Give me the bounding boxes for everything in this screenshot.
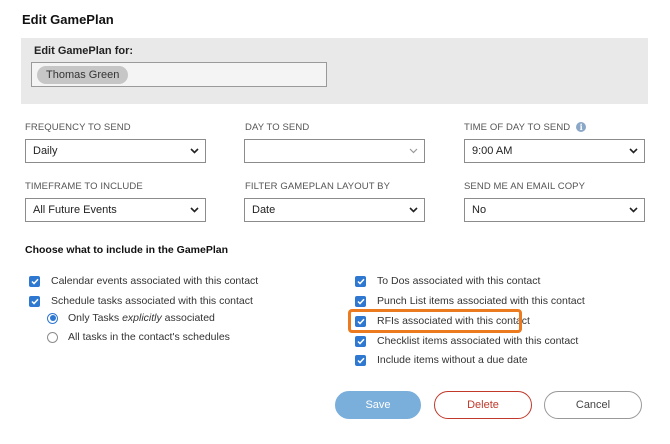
calendar-events-option[interactable]: Calendar events associated with this con…: [29, 274, 258, 288]
email-copy-label: SEND ME AN EMAIL COPY: [464, 181, 586, 192]
layout-select[interactable]: Date: [244, 198, 425, 222]
time-value: 9:00 AM: [472, 145, 513, 157]
checkbox-checked-icon[interactable]: [355, 354, 366, 366]
email-copy-select[interactable]: No: [464, 198, 645, 222]
info-icon[interactable]: i: [576, 122, 587, 133]
time-label-text: TIME OF DAY TO SEND: [464, 122, 571, 133]
contact-picker[interactable]: Thomas Green: [31, 62, 327, 87]
time-label: TIME OF DAY TO SEND i: [464, 122, 587, 133]
schedule-tasks-option[interactable]: Schedule tasks associated with this cont…: [29, 294, 253, 308]
layout-label: FILTER GAMEPLAN LAYOUT BY: [245, 181, 391, 192]
timeframe-select[interactable]: All Future Events: [25, 198, 206, 222]
calendar-events-label: Calendar events associated with this con…: [51, 275, 259, 287]
all-tasks-label: All tasks in the contact's schedules: [68, 331, 230, 343]
checklist-option[interactable]: Checklist items associated with this con…: [355, 334, 578, 348]
punch-list-option[interactable]: Punch List items associated with this co…: [355, 294, 585, 308]
no-due-date-label: Include items without a due date: [377, 354, 528, 366]
no-due-date-option[interactable]: Include items without a due date: [355, 353, 528, 367]
rfis-highlight-box: [348, 309, 522, 333]
layout-value: Date: [252, 204, 276, 216]
schedule-tasks-label: Schedule tasks associated with this cont…: [51, 295, 253, 307]
checkbox-checked-icon[interactable]: [355, 335, 366, 347]
day-select[interactable]: [244, 139, 425, 163]
only-tasks-label: Only Tasks explicitly associated: [68, 312, 215, 324]
time-select[interactable]: 9:00 AM: [464, 139, 645, 163]
punch-list-label: Punch List items associated with this co…: [377, 295, 585, 307]
todos-label: To Dos associated with this contact: [377, 275, 541, 287]
day-label: DAY TO SEND: [245, 122, 310, 133]
include-section-title: Choose what to include in the GamePlan: [25, 244, 229, 256]
checkbox-checked-icon[interactable]: [355, 295, 366, 307]
save-button[interactable]: Save: [335, 391, 421, 419]
timeframe-value: All Future Events: [33, 204, 117, 216]
email-copy-value: No: [472, 204, 487, 216]
gameplan-for-panel: Edit GamePlan for: Thomas Green: [21, 38, 648, 104]
chevron-down-icon: [409, 140, 418, 162]
contact-chip[interactable]: Thomas Green: [37, 66, 129, 84]
delete-button[interactable]: Delete: [434, 391, 532, 419]
checkbox-checked-icon[interactable]: [29, 295, 40, 307]
chevron-down-icon: [629, 140, 638, 162]
all-tasks-radio-option[interactable]: All tasks in the contact's schedules: [47, 330, 230, 344]
gameplan-for-label: Edit GamePlan for:: [34, 45, 134, 57]
frequency-select[interactable]: Daily: [25, 139, 206, 163]
cancel-button[interactable]: Cancel: [544, 391, 642, 419]
chevron-down-icon: [409, 199, 418, 221]
todos-option[interactable]: To Dos associated with this contact: [355, 274, 540, 288]
checkbox-checked-icon[interactable]: [355, 275, 366, 287]
chevron-down-icon: [190, 199, 199, 221]
chevron-down-icon: [190, 140, 199, 162]
frequency-label: FREQUENCY TO SEND: [25, 122, 131, 133]
frequency-value: Daily: [33, 145, 58, 157]
chevron-down-icon: [629, 199, 638, 221]
checkbox-checked-icon[interactable]: [29, 275, 40, 287]
dialog-title: Edit GamePlan: [22, 12, 114, 27]
checklist-label: Checklist items associated with this con…: [377, 335, 579, 347]
only-tasks-radio-option[interactable]: Only Tasks explicitly associated: [47, 311, 215, 325]
radio-unselected-icon[interactable]: [47, 331, 58, 343]
timeframe-label: TIMEFRAME TO INCLUDE: [25, 181, 143, 192]
radio-selected-icon[interactable]: [47, 312, 58, 324]
